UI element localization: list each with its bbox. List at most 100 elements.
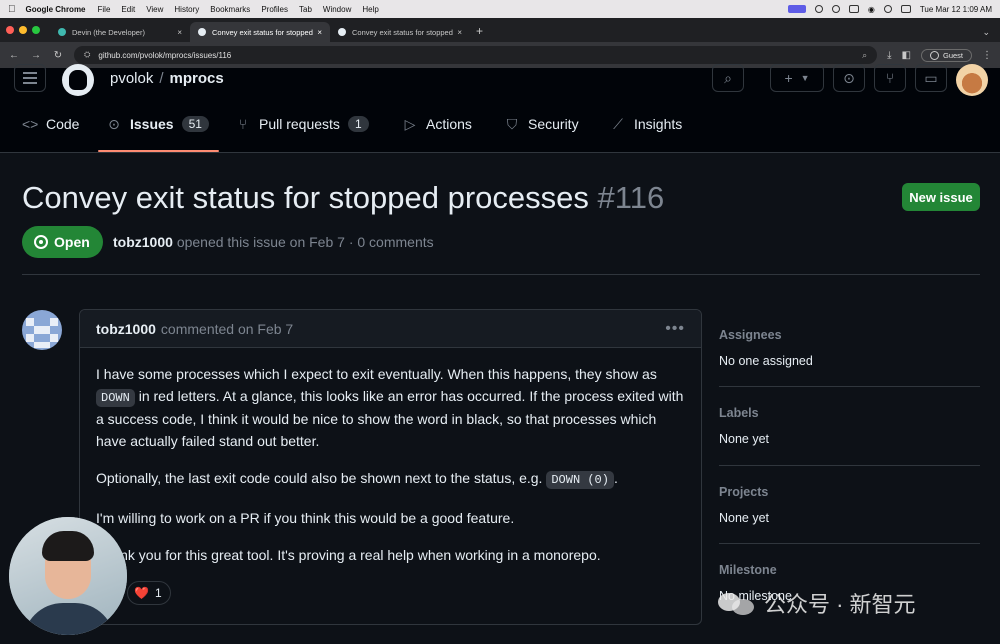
sidebar-heading: Milestone: [719, 563, 777, 577]
issue-state-label: Open: [54, 234, 90, 250]
webcam-overlay: [9, 517, 127, 635]
menu-help[interactable]: Help: [362, 5, 378, 14]
control-center-icon[interactable]: [900, 5, 911, 13]
minimize-window-button[interactable]: [19, 26, 27, 34]
zoom-window-button[interactable]: [32, 26, 40, 34]
tab-label: Insights: [634, 116, 683, 132]
tab-label: Pull requests: [259, 116, 340, 132]
watermark-text: 公众号 · 新智元: [764, 592, 916, 617]
menu-profiles[interactable]: Profiles: [261, 5, 288, 14]
zoom-icon[interactable]: ⌕: [862, 50, 867, 61]
sidebar-divider: [719, 386, 980, 387]
tab-actions[interactable]: ▷ Actions: [402, 110, 472, 138]
issue-state-badge: Open: [22, 226, 103, 258]
commenter-avatar[interactable]: [22, 310, 62, 350]
menu-edit[interactable]: Edit: [121, 5, 135, 14]
issue-opened-icon: ⊙: [108, 115, 120, 132]
plus-icon: +: [784, 70, 793, 86]
tab-search-chevron-down-icon[interactable]: ⌄: [982, 22, 990, 42]
sidebar-labels[interactable]: Labels None yet: [719, 406, 980, 446]
profile-button[interactable]: Guest: [920, 48, 972, 62]
profile-label: Guest: [942, 50, 963, 60]
more-vertical-icon[interactable]: ⋮: [982, 50, 992, 61]
spotlight-icon[interactable]: [883, 5, 892, 13]
hamburger-menu-button[interactable]: [14, 64, 46, 92]
issue-meta-text: opened this issue on Feb 7 · 0 comments: [176, 234, 434, 250]
tab-insights[interactable]: ⟋ Insights: [610, 110, 682, 138]
tab-label: Issues: [130, 116, 174, 132]
inbox-button[interactable]: ▭: [915, 64, 947, 92]
repo-owner-link[interactable]: pvolok: [110, 70, 153, 87]
screen:  Google Chrome File Edit View History B…: [0, 0, 1000, 644]
menu-bookmarks[interactable]: Bookmarks: [210, 5, 250, 14]
sidebar-divider: [719, 465, 980, 466]
menu-app-name[interactable]: Google Chrome: [26, 5, 86, 14]
comment-paragraph: I'm willing to work on a PR if you think…: [96, 509, 515, 526]
menu-history[interactable]: History: [174, 5, 199, 14]
tab-label: Security: [528, 116, 579, 132]
forward-arrow-icon[interactable]: →: [30, 50, 42, 61]
browser-tab-devin[interactable]: Devin (the Developer) ×: [50, 22, 190, 42]
close-icon[interactable]: ×: [177, 28, 182, 37]
issue-author-link[interactable]: tobz1000: [113, 234, 173, 250]
menu-window[interactable]: Window: [323, 5, 351, 14]
side-panel-icon[interactable]: ◧: [902, 50, 911, 61]
battery-icon[interactable]: [848, 5, 859, 13]
issues-button[interactable]: ⊙: [833, 64, 865, 92]
search-button[interactable]: ⌕: [712, 64, 744, 92]
menu-clock[interactable]: Tue Mar 12 1:09 AM: [920, 5, 992, 14]
sidebar-assignees[interactable]: Assignees No one assigned: [719, 328, 980, 368]
browser-tab-issue-active[interactable]: Convey exit status for stopped ×: [190, 22, 330, 42]
git-pull-request-icon: ⑂: [238, 116, 248, 132]
inline-code: DOWN (0): [546, 471, 614, 489]
issue-number: #116: [597, 180, 665, 215]
browser-tab-issue[interactable]: Convey exit status for stopped ×: [330, 22, 470, 42]
sidebar-heading: Assignees: [719, 328, 782, 342]
menu-view[interactable]: View: [146, 5, 163, 14]
tab-pull-requests[interactable]: ⑂ Pull requests 1: [235, 110, 369, 138]
back-arrow-icon[interactable]: ←: [8, 50, 20, 61]
kebab-horizontal-icon[interactable]: •••: [665, 320, 685, 338]
wifi-icon[interactable]: ◉: [868, 5, 875, 14]
user-avatar[interactable]: [956, 64, 988, 96]
pull-requests-button[interactable]: ⑂: [874, 64, 906, 92]
reload-icon[interactable]: ↻: [52, 50, 64, 61]
close-icon[interactable]: ×: [317, 28, 322, 37]
repo-name-link[interactable]: mprocs: [170, 70, 224, 87]
screen-record-icon[interactable]: [787, 5, 806, 13]
wechat-logo-icon: [716, 591, 756, 615]
new-issue-button[interactable]: New issue: [902, 183, 980, 211]
tab-code[interactable]: <> Code: [22, 110, 79, 138]
sidebar-projects[interactable]: Projects None yet: [719, 485, 980, 525]
tab-security[interactable]: ⛉ Security: [504, 110, 579, 138]
close-window-button[interactable]: [6, 26, 14, 34]
pull-requests-count-badge: 1: [347, 116, 369, 132]
github-logo-icon[interactable]: [62, 64, 94, 96]
download-icon[interactable]: ⤓: [887, 50, 891, 61]
repo-navigation: <> Code ⊙ Issues 51 ⑂ Pull requests 1 ▷ …: [0, 96, 1000, 153]
watermark: 公众号 · 新智元: [716, 587, 916, 619]
header-divider: [22, 274, 980, 275]
settings-icon[interactable]: [814, 5, 823, 13]
comment-timestamp[interactable]: commented on Feb 7: [161, 321, 293, 337]
close-icon[interactable]: ×: [457, 28, 462, 37]
menu-status-area: ◉ Tue Mar 12 1:09 AM: [787, 5, 992, 14]
new-tab-icon[interactable]: +: [476, 22, 483, 42]
create-new-button[interactable]: + ▼: [770, 64, 824, 92]
time-machine-icon[interactable]: [831, 5, 840, 13]
heart-reaction-button[interactable]: ❤️ 1: [127, 581, 171, 605]
address-bar[interactable]: ⛭ github.com/pvolok/mprocs/issues/116 ⌕: [74, 46, 878, 64]
menu-file[interactable]: File: [98, 5, 111, 14]
sidebar-heading: Labels: [719, 406, 759, 420]
apple-icon[interactable]: : [8, 4, 16, 15]
comment-header: tobz1000 commented on Feb 7 •••: [80, 310, 701, 348]
comment-author-link[interactable]: tobz1000: [96, 321, 156, 337]
reaction-count: 1: [154, 586, 162, 600]
site-info-icon[interactable]: ⛭: [84, 50, 90, 60]
tab-issues[interactable]: ⊙ Issues 51: [106, 110, 209, 138]
url-text: github.com/pvolok/mprocs/issues/116: [98, 50, 232, 60]
tab-label: Devin (the Developer): [72, 27, 145, 37]
issue-meta: tobz1000 opened this issue on Feb 7 · 0 …: [113, 234, 434, 250]
menu-tab[interactable]: Tab: [299, 5, 312, 14]
devin-favicon-icon: [58, 28, 66, 36]
